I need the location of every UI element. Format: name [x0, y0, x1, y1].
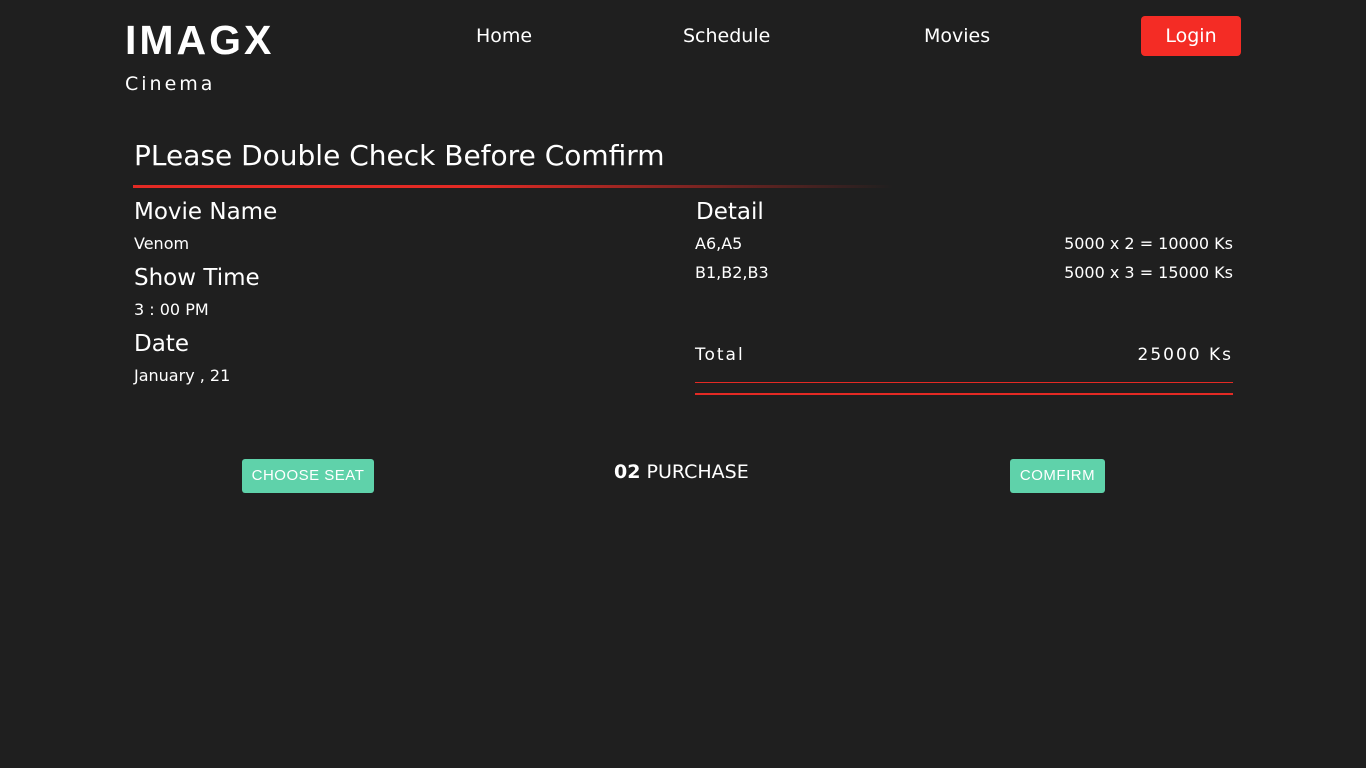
step-number: 02 — [614, 461, 641, 483]
movie-name-label: Movie Name — [134, 199, 278, 225]
step-indicator: 02 PURCHASE — [614, 460, 749, 484]
step-label: PURCHASE — [646, 461, 749, 483]
page: IMAGX Cinema Home Schedule Movies Login … — [0, 0, 1366, 768]
detail-price-calc: 5000 x 2 = 10000 Ks — [1064, 234, 1233, 253]
heading-divider — [133, 185, 893, 188]
brand-logo[interactable]: IMAGX Cinema — [125, 14, 274, 96]
total-divider-thin — [695, 382, 1233, 383]
nav-schedule-link[interactable]: Schedule — [683, 24, 770, 48]
brand-subtitle: Cinema — [125, 73, 216, 95]
detail-seats: B1,B2,B3 — [695, 263, 769, 282]
confirm-button[interactable]: COMFIRM — [1010, 459, 1105, 493]
login-button[interactable]: Login — [1141, 16, 1241, 56]
movie-name-value: Venom — [134, 234, 190, 253]
show-time-label: Show Time — [134, 265, 260, 291]
detail-price-calc: 5000 x 3 = 15000 Ks — [1064, 263, 1233, 282]
nav-movies-link[interactable]: Movies — [924, 24, 990, 48]
page-title: PLease Double Check Before Comfirm — [134, 139, 665, 172]
detail-seats: A6,A5 — [695, 234, 743, 253]
total-divider-thick — [695, 393, 1233, 395]
nav-home-link[interactable]: Home — [476, 24, 532, 48]
detail-label: Detail — [696, 199, 764, 225]
show-time-value: 3 : 00 PM — [134, 300, 209, 319]
date-value: January , 21 — [134, 366, 231, 385]
brand-title: IMAGX — [125, 17, 275, 63]
date-label: Date — [134, 331, 189, 357]
choose-seat-button[interactable]: CHOOSE SEAT — [242, 459, 374, 493]
total-value: 25000 Ks — [1137, 345, 1233, 365]
total-label: Total — [695, 345, 745, 365]
